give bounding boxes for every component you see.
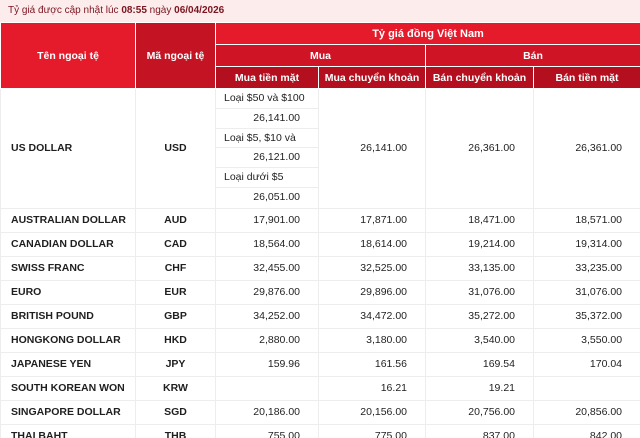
sell-cash-value: 19,314.00 [534, 232, 640, 256]
sell-cash-value: 3,550.00 [534, 328, 640, 352]
col-header-vnd-rate: Tỷ giá đồng Việt Nam [216, 23, 640, 45]
col-header-buy-cash: Mua tiền mặt [216, 67, 319, 89]
currency-name: JAPANESE YEN [1, 352, 136, 376]
update-bar: Tỷ giá được cập nhật lúc 08:55 ngày 06/0… [0, 0, 640, 22]
table-row: HONGKONG DOLLAR HKD 2,880.00 3,180.00 3,… [1, 328, 640, 352]
buy-cash-value: 34,252.00 [216, 304, 319, 328]
buy-transfer-value: 16.21 [319, 376, 426, 400]
sell-cash-value: 170.04 [534, 352, 640, 376]
usd-tier-label: Loại $50 và $100 [216, 89, 318, 109]
currency-name: AUSTRALIAN DOLLAR [1, 208, 136, 232]
currency-code: AUD [136, 208, 216, 232]
currency-code: JPY [136, 352, 216, 376]
usd-cash-tiers: Loại $50 và $100 26,141.00 Loại $5, $10 … [216, 89, 319, 209]
usd-tier-label: Loại $5, $10 và $20 [216, 129, 318, 149]
currency-name: EURO [1, 280, 136, 304]
currency-name: SOUTH KOREAN WON [1, 376, 136, 400]
sell-transfer-value: 20,756.00 [426, 400, 534, 424]
buy-transfer-value: 18,614.00 [319, 232, 426, 256]
buy-transfer-value: 775.00 [319, 424, 426, 438]
col-header-buy-transfer: Mua chuyển khoản [319, 67, 426, 89]
update-bar-middle: ngày [150, 5, 172, 16]
currency-code: USD [136, 89, 216, 209]
sell-cash-value: 18,571.00 [534, 208, 640, 232]
buy-cash-value: 32,455.00 [216, 256, 319, 280]
sell-transfer-value: 18,471.00 [426, 208, 534, 232]
col-header-currency-code: Mã ngoại tệ [136, 23, 216, 89]
sell-transfer-value: 26,361.00 [426, 89, 534, 209]
table-row: SWISS FRANC CHF 32,455.00 32,525.00 33,1… [1, 256, 640, 280]
currency-code: CAD [136, 232, 216, 256]
usd-tier-value: 26,051.00 [216, 188, 318, 208]
sell-transfer-value: 837.00 [426, 424, 534, 438]
buy-transfer-value: 26,141.00 [319, 89, 426, 209]
buy-transfer-value: 20,156.00 [319, 400, 426, 424]
currency-code: HKD [136, 328, 216, 352]
sell-transfer-value: 3,540.00 [426, 328, 534, 352]
sell-cash-value: 842.00 [534, 424, 640, 438]
table-row-usd: US DOLLAR USD Loại $50 và $100 26,141.00… [1, 89, 640, 209]
table-row: EURO EUR 29,876.00 29,896.00 31,076.00 3… [1, 280, 640, 304]
table-row: THAI BAHT THB 755.00 775.00 837.00 842.0… [1, 424, 640, 438]
buy-transfer-value: 34,472.00 [319, 304, 426, 328]
buy-transfer-value: 3,180.00 [319, 328, 426, 352]
sell-transfer-value: 35,272.00 [426, 304, 534, 328]
currency-name: CANADIAN DOLLAR [1, 232, 136, 256]
buy-transfer-value: 17,871.00 [319, 208, 426, 232]
usd-tier-label: Loại dưới $5 [216, 168, 318, 188]
buy-cash-value [216, 376, 319, 400]
buy-cash-value: 159.96 [216, 352, 319, 376]
currency-name: HONGKONG DOLLAR [1, 328, 136, 352]
col-header-sell: Bán [426, 45, 640, 67]
usd-tier-value: 26,141.00 [216, 109, 318, 129]
sell-cash-value: 31,076.00 [534, 280, 640, 304]
update-date: 06/04/2026 [174, 5, 224, 16]
currency-name: SINGAPORE DOLLAR [1, 400, 136, 424]
currency-code: CHF [136, 256, 216, 280]
sell-transfer-value: 19,214.00 [426, 232, 534, 256]
buy-cash-value: 29,876.00 [216, 280, 319, 304]
currency-name: BRITISH POUND [1, 304, 136, 328]
table-row: SINGAPORE DOLLAR SGD 20,186.00 20,156.00… [1, 400, 640, 424]
col-header-currency-name: Tên ngoại tệ [1, 23, 136, 89]
sell-transfer-value: 33,135.00 [426, 256, 534, 280]
sell-cash-value: 20,856.00 [534, 400, 640, 424]
table-row: SOUTH KOREAN WON KRW 16.21 19.21 [1, 376, 640, 400]
buy-transfer-value: 32,525.00 [319, 256, 426, 280]
col-header-sell-cash: Bán tiền mặt [534, 67, 640, 89]
sell-transfer-value: 19.21 [426, 376, 534, 400]
table-row: JAPANESE YEN JPY 159.96 161.56 169.54 17… [1, 352, 640, 376]
buy-cash-value: 17,901.00 [216, 208, 319, 232]
buy-cash-value: 18,564.00 [216, 232, 319, 256]
currency-code: SGD [136, 400, 216, 424]
buy-transfer-value: 161.56 [319, 352, 426, 376]
buy-cash-value: 755.00 [216, 424, 319, 438]
currency-name: THAI BAHT [1, 424, 136, 438]
update-bar-prefix: Tỷ giá được cập nhật lúc [8, 5, 119, 16]
sell-cash-value: 26,361.00 [534, 89, 640, 209]
col-header-buy: Mua [216, 45, 426, 67]
sell-transfer-value: 169.54 [426, 352, 534, 376]
sell-cash-value: 35,372.00 [534, 304, 640, 328]
currency-name: US DOLLAR [1, 89, 136, 209]
buy-transfer-value: 29,896.00 [319, 280, 426, 304]
currency-code: THB [136, 424, 216, 438]
buy-cash-value: 2,880.00 [216, 328, 319, 352]
sell-transfer-value: 31,076.00 [426, 280, 534, 304]
table-row: BRITISH POUND GBP 34,252.00 34,472.00 35… [1, 304, 640, 328]
currency-code: KRW [136, 376, 216, 400]
buy-cash-value: 20,186.00 [216, 400, 319, 424]
header-row-1: Tên ngoại tệ Mã ngoại tệ Tỷ giá đồng Việ… [1, 23, 640, 45]
currency-name: SWISS FRANC [1, 256, 136, 280]
table-row: AUSTRALIAN DOLLAR AUD 17,901.00 17,871.0… [1, 208, 640, 232]
exchange-rate-table: Tên ngoại tệ Mã ngoại tệ Tỷ giá đồng Việ… [0, 22, 640, 438]
sell-cash-value [534, 376, 640, 400]
col-header-sell-transfer: Bán chuyển khoản [426, 67, 534, 89]
sell-cash-value: 33,235.00 [534, 256, 640, 280]
currency-code: GBP [136, 304, 216, 328]
usd-tier-value: 26,121.00 [216, 148, 318, 168]
update-time: 08:55 [121, 5, 147, 16]
table-row: CANADIAN DOLLAR CAD 18,564.00 18,614.00 … [1, 232, 640, 256]
currency-code: EUR [136, 280, 216, 304]
